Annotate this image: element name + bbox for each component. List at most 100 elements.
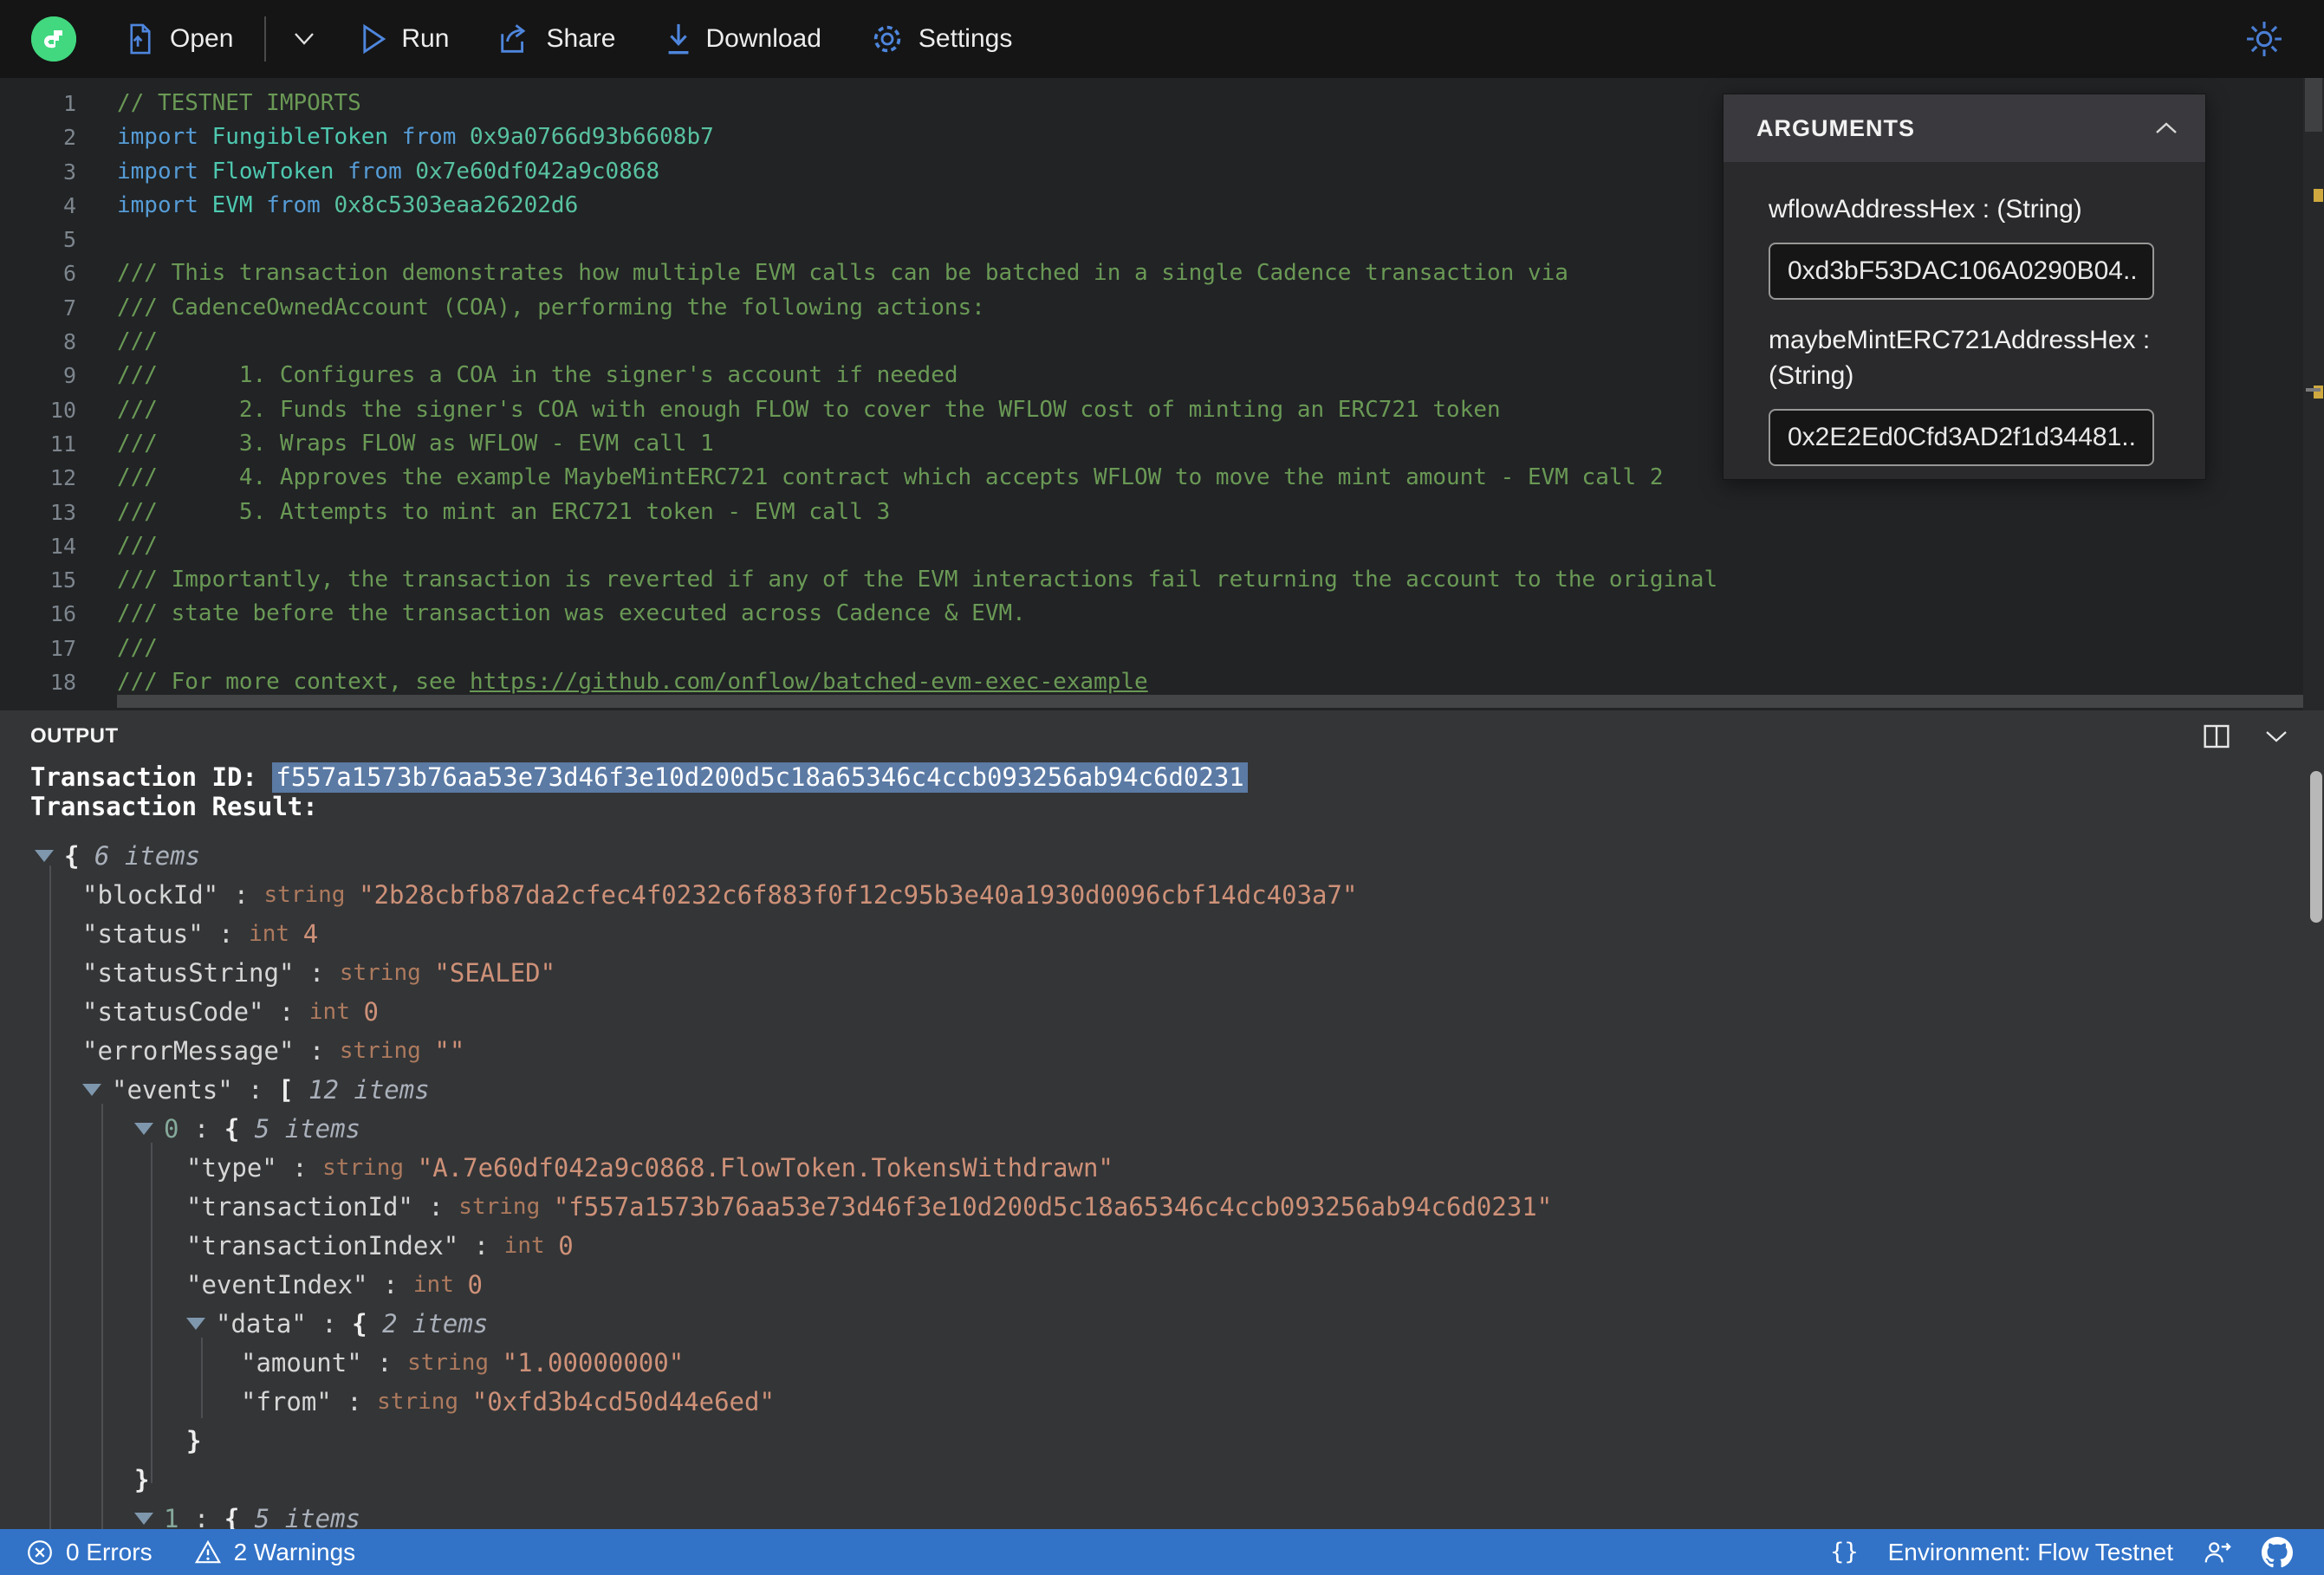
download-button[interactable]: Download: [665, 22, 821, 56]
vertical-scrollbar-thumb[interactable]: [2305, 78, 2322, 132]
argument-label: wflowAddressHex : (String): [1769, 195, 2082, 224]
code-line[interactable]: ///: [117, 529, 1717, 563]
json-idx: 0: [164, 1113, 179, 1144]
code-token: /// 5. Attempts to mint an ERC721 token …: [117, 498, 891, 525]
tree-row[interactable]: "transactionIndex" : int 0: [0, 1226, 2324, 1265]
code-line[interactable]: /// 3. Wraps FLOW as WFLOW - EVM call 1: [117, 427, 1717, 461]
errors-status[interactable]: 0 Errors: [26, 1539, 153, 1566]
code-line[interactable]: /// CadenceOwnedAccount (COA), performin…: [117, 291, 1717, 325]
code-token: ///: [117, 532, 158, 559]
tree-row[interactable]: "from" : string "0xfd3b4cd50d44e6ed": [0, 1382, 2324, 1421]
code-token: FungibleToken: [211, 124, 389, 151]
tree-row[interactable]: "events" : [ 12 items: [0, 1070, 2324, 1109]
code-token: from: [252, 191, 334, 218]
tree-row[interactable]: "data" : { 2 items: [0, 1304, 2324, 1343]
json-count: 12 items: [293, 1074, 430, 1105]
line-number: 13: [49, 499, 76, 525]
tree-row[interactable]: }: [0, 1421, 2324, 1460]
code-line[interactable]: /// 2. Funds the signer's COA with enoug…: [117, 393, 1717, 427]
run-play-icon: [363, 23, 386, 55]
json-brace: {: [224, 1113, 240, 1144]
tree-row[interactable]: 1 : { 5 items: [0, 1499, 2324, 1529]
open-file-icon: [130, 23, 151, 55]
open-dropdown-chevron[interactable]: [290, 30, 318, 48]
line-number: 14: [49, 533, 76, 559]
transaction-result-label: Transaction Result:: [30, 792, 318, 821]
code-token: ///: [117, 328, 158, 355]
theme-sun-icon[interactable]: [2244, 19, 2284, 59]
run-button[interactable]: Run: [360, 23, 449, 55]
json-brace: {: [64, 840, 80, 871]
github-icon[interactable]: [2262, 1536, 2293, 1568]
code-line[interactable]: ///: [117, 632, 1717, 665]
tree-row[interactable]: 0 : { 5 items: [0, 1109, 2324, 1148]
tree-row[interactable]: "blockId" : string "2b28cbfb87da2cfec4f0…: [0, 875, 2324, 914]
argument-input[interactable]: [1769, 243, 2154, 300]
code-line[interactable]: // TESTNET IMPORTS: [117, 87, 1717, 120]
indent-guide: [151, 1143, 153, 1483]
json-punct: :: [218, 879, 264, 910]
tree-row[interactable]: "eventIndex" : int 0: [0, 1265, 2324, 1304]
code-token: /// Importantly, the transaction is reve…: [117, 567, 1718, 593]
warnings-status[interactable]: 2 Warnings: [194, 1539, 355, 1566]
code-line[interactable]: /// Importantly, the transaction is reve…: [117, 563, 1717, 597]
flow-logo-icon[interactable]: [31, 16, 76, 62]
code-line[interactable]: import FlowToken from 0x7e60df042a9c0868: [117, 155, 1717, 189]
expand-triangle-icon[interactable]: [35, 849, 54, 862]
tree-row[interactable]: "status" : int 4: [0, 914, 2324, 953]
json-punct: :: [458, 1230, 504, 1261]
output-header: OUTPUT: [0, 710, 2324, 762]
chevron-down-icon: [295, 33, 315, 45]
tree-row[interactable]: "statusString" : string "SEALED": [0, 953, 2324, 992]
code-line[interactable]: /// state before the transaction was exe…: [117, 597, 1717, 631]
share-button[interactable]: Share: [497, 23, 616, 55]
tree-row[interactable]: { 6 items: [0, 836, 2324, 875]
expand-triangle-icon[interactable]: [134, 1122, 153, 1135]
code-token: FlowToken: [211, 158, 334, 185]
transaction-id-value[interactable]: f557a1573b76aa53e73d46f3e10d200d5c18a653…: [272, 762, 1248, 793]
expand-triangle-icon[interactable]: [134, 1512, 153, 1525]
code-line[interactable]: /// This transaction demonstrates how mu…: [117, 256, 1717, 290]
line-number: 2: [62, 125, 76, 151]
settings-button[interactable]: Settings: [870, 22, 1012, 56]
code-line[interactable]: import EVM from 0x8c5303eaa26202d6: [117, 189, 1717, 223]
collapse-panel-button[interactable]: [2153, 120, 2179, 136]
code-token: /// state before the transaction was exe…: [117, 600, 1026, 627]
json-key: "errorMessage": [82, 1035, 295, 1066]
environment-label[interactable]: Environment: Flow Testnet: [1888, 1539, 2173, 1566]
expand-triangle-icon[interactable]: [186, 1317, 205, 1330]
json-idx: 1: [164, 1503, 179, 1530]
code-token: ///: [117, 634, 158, 661]
comment-link[interactable]: https://github.com/onflow/batched-evm-ex…: [470, 669, 1148, 695]
arguments-panel-header[interactable]: ARGUMENTS: [1724, 94, 2205, 162]
arguments-panel-body: wflowAddressHex : (String) maybeMintERC72…: [1724, 162, 2205, 466]
horizontal-scrollbar[interactable]: [117, 695, 2313, 708]
vertical-scrollbar-track[interactable]: [2303, 78, 2324, 710]
chevron-down-icon[interactable]: [2263, 729, 2289, 744]
tree-row[interactable]: "amount" : string "1.00000000": [0, 1343, 2324, 1382]
json-key: "eventIndex": [186, 1269, 368, 1300]
tree-row[interactable]: "type" : string "A.7e60df042a9c0868.Flow…: [0, 1148, 2324, 1187]
json-punct: :: [294, 1035, 340, 1066]
expand-triangle-icon[interactable]: [82, 1083, 101, 1096]
feedback-person-icon[interactable]: [2203, 1539, 2232, 1566]
split-columns-icon[interactable]: [2203, 723, 2230, 750]
tree-row[interactable]: "statusCode" : int 0: [0, 992, 2324, 1031]
json-typetag: string: [322, 1154, 418, 1181]
code-line[interactable]: /// 4. Approves the example MaybeMintERC…: [117, 461, 1717, 495]
json-count: 6 items: [79, 840, 201, 871]
code-line[interactable]: [117, 223, 1717, 256]
tree-row[interactable]: "transactionId" : string "f557a1573b76aa…: [0, 1187, 2324, 1226]
warning-triangle-icon: [194, 1539, 221, 1563]
code-line[interactable]: import FungibleToken from 0x9a0766d93b66…: [117, 120, 1717, 154]
tree-row[interactable]: "errorMessage" : string "": [0, 1031, 2324, 1070]
code-line[interactable]: /// 1. Configures a COA in the signer's …: [117, 359, 1717, 392]
tree-row[interactable]: }: [0, 1460, 2324, 1499]
code-line[interactable]: ///: [117, 325, 1717, 359]
json-str: 4: [302, 918, 319, 949]
argument-input[interactable]: [1769, 409, 2154, 466]
code-token: /// 4. Approves the example MaybeMintERC…: [117, 464, 1664, 491]
output-scrollbar-thumb[interactable]: [2310, 771, 2322, 923]
open-button[interactable]: Open: [125, 23, 233, 55]
code-line[interactable]: /// 5. Attempts to mint an ERC721 token …: [117, 496, 1717, 529]
